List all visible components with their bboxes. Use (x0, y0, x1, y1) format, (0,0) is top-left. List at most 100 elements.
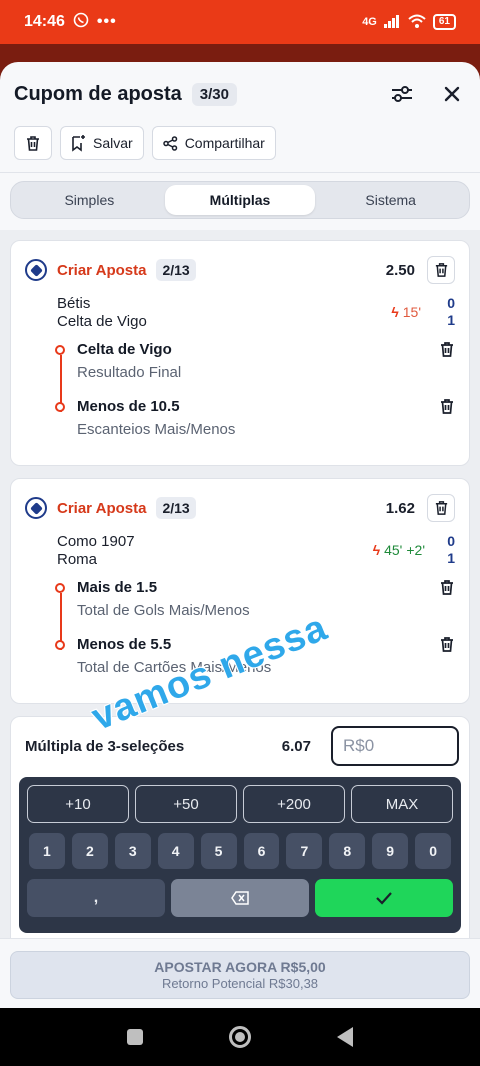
status-time: 14:46 (24, 13, 65, 30)
tab-sistema[interactable]: Sistema (315, 185, 466, 215)
remove-selection-button[interactable] (439, 398, 455, 420)
tab-multiplas[interactable]: Múltiplas (164, 185, 316, 215)
bookmark-add-icon (72, 134, 85, 152)
digit-5-key[interactable]: 5 (200, 833, 237, 869)
match-teams: Como 1907 Roma ϟ 45' +2' 0 1 (25, 533, 455, 569)
battery-indicator: 61 (432, 14, 456, 30)
bet-builder-card: Criar Aposta 2/13 2.50 Bétis Celta de Vi… (10, 240, 470, 466)
selection-item: Mais de 1.5 Total de Gols Mais/Menos (55, 577, 455, 634)
digit-4-key[interactable]: 4 (157, 833, 194, 869)
bet-odds: 1.62 (385, 499, 415, 517)
quick-stake-200-button[interactable]: +200 (243, 785, 345, 823)
away-score: 1 (447, 312, 455, 328)
selection-count-badge: 3/30 (191, 82, 237, 106)
selection-dot (55, 640, 65, 650)
selection-name: Menos de 10.5 (77, 398, 180, 415)
digit-7-key[interactable]: 7 (286, 833, 323, 869)
settings-sliders-icon[interactable] (388, 80, 416, 108)
selection-dot (55, 345, 65, 355)
stake-input[interactable]: R$0 (331, 726, 459, 766)
digit-8-key[interactable]: 8 (329, 833, 366, 869)
selection-item: Celta de Vigo Resultado Final (55, 339, 455, 396)
remove-bet-button[interactable] (427, 494, 455, 522)
added-time: +2' (406, 542, 425, 558)
quick-stake-10-button[interactable]: +10 (27, 785, 129, 823)
trash-icon (27, 135, 39, 151)
selection-market: Resultado Final (77, 364, 182, 381)
selection-dot (55, 402, 65, 412)
match-teams: Bétis Celta de Vigo ϟ 15' 0 1 (25, 295, 455, 331)
match-minute: 15' (402, 304, 421, 320)
close-icon[interactable] (438, 80, 466, 108)
bet-type-tabs: Simples Múltiplas Sistema (0, 172, 480, 229)
bet-slip-sheet: Cupom de aposta 3/30 Salvar Compartilhar… (0, 62, 480, 1008)
live-clock: ϟ 15' (391, 303, 425, 321)
selection-market: Escanteios Mais/Menos (77, 421, 236, 438)
trash-icon (435, 263, 447, 277)
home-icon[interactable] (229, 1026, 251, 1048)
trash-icon (441, 580, 453, 595)
place-bet-bar: APOSTAR AGORA R$5,00 Retorno Potencial R… (0, 938, 480, 1008)
bet-builder-label: Criar Aposta (57, 261, 147, 279)
bet-builder-label: Criar Aposta (57, 499, 147, 517)
trash-icon (441, 637, 453, 652)
trash-icon (435, 501, 447, 515)
more-notifications-icon: ••• (96, 13, 117, 30)
quick-stake-50-button[interactable]: +50 (135, 785, 237, 823)
share-button[interactable]: Compartilhar (151, 126, 276, 160)
remove-selection-button[interactable] (439, 341, 455, 363)
live-bolt-icon: ϟ (391, 304, 399, 320)
selection-market: Total de Gols Mais/Menos (77, 602, 250, 619)
trash-icon (441, 399, 453, 414)
bet-builder-card: Criar Aposta 2/13 1.62 Como 1907 Roma ϟ … (10, 478, 470, 704)
remove-bet-button[interactable] (427, 256, 455, 284)
share-label: Compartilhar (184, 135, 265, 151)
save-label: Salvar (93, 135, 133, 151)
bet-builder-count: 2/13 (156, 259, 196, 281)
clear-slip-button[interactable] (14, 126, 52, 160)
confirm-stake-button[interactable] (315, 879, 453, 917)
selection-dot (55, 583, 65, 593)
tab-simples[interactable]: Simples (14, 185, 165, 215)
live-bolt-icon: ϟ (372, 542, 381, 558)
recents-icon[interactable] (127, 1029, 143, 1045)
backspace-key[interactable] (171, 879, 309, 917)
selection-item: Menos de 10.5 Escanteios Mais/Menos (55, 396, 455, 453)
selection-name: Menos de 5.5 (77, 636, 172, 653)
digit-0-key[interactable]: 0 (415, 833, 452, 869)
whatsapp-icon (73, 12, 89, 33)
system-nav-bar (0, 1008, 480, 1066)
bet-list[interactable]: Criar Aposta 2/13 2.50 Bétis Celta de Vi… (0, 230, 480, 1008)
back-icon[interactable] (337, 1027, 353, 1047)
bet-builder-count: 2/13 (156, 497, 196, 519)
remove-selection-button[interactable] (439, 579, 455, 601)
save-button[interactable]: Salvar (60, 126, 144, 160)
remove-selection-button[interactable] (439, 636, 455, 658)
digit-6-key[interactable]: 6 (243, 833, 280, 869)
selection-name: Mais de 1.5 (77, 579, 158, 596)
digit-1-key[interactable]: 1 (29, 833, 65, 869)
home-score: 0 (447, 533, 455, 549)
comma-key[interactable]: , (27, 879, 165, 917)
digit-9-key[interactable]: 9 (372, 833, 409, 869)
network-type: 4G (362, 16, 377, 28)
live-clock: ϟ 45' +2' (373, 541, 425, 559)
bet-slip-header: Cupom de aposta 3/30 (0, 62, 480, 126)
signal-icon (383, 14, 401, 31)
place-bet-button[interactable]: APOSTAR AGORA R$5,00 Retorno Potencial R… (10, 951, 470, 999)
stake-keypad: +10 +50 +200 MAX 1 2 3 4 5 6 7 8 9 0 , (19, 777, 461, 933)
away-score: 1 (447, 550, 455, 566)
trash-icon (441, 342, 453, 357)
digit-2-key[interactable]: 2 (71, 833, 108, 869)
selection-market: Total de Cartões Mais/Menos (77, 659, 272, 676)
share-icon (162, 135, 177, 151)
digit-3-key[interactable]: 3 (114, 833, 151, 869)
quick-stake-max-button[interactable]: MAX (351, 785, 453, 823)
bet-odds: 2.50 (385, 261, 415, 279)
home-score: 0 (447, 295, 455, 311)
backspace-icon (231, 891, 249, 905)
selection-item: Menos de 5.5 Total de Cartões Mais/Menos (55, 634, 455, 691)
multiple-label: Múltipla de 3-seleções (25, 737, 185, 755)
multiple-bet-panel: Múltipla de 3-seleções 6.07 R$0 +10 +50 … (10, 716, 470, 952)
live-score: 0 1 (447, 533, 455, 567)
